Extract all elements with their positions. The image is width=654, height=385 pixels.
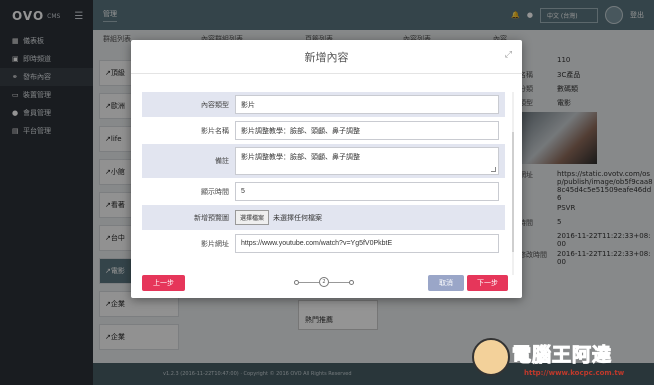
choose-file-button[interactable]: 選擇檔案 xyxy=(235,210,270,225)
video-name-field[interactable]: 影片調整教學：臉部、頭顱、鼻子調整 xyxy=(235,121,499,140)
form-row: 備註 影片調整教學：臉部、頭顱、鼻子調整 xyxy=(142,144,505,179)
prev-step-button[interactable]: 上一步 xyxy=(142,275,185,291)
step-line xyxy=(299,282,319,283)
mascot-icon xyxy=(472,338,510,376)
content-form: 內容類型 影片 影片名稱 影片調整教學：臉部、頭顱、鼻子調整 備註 影片調整教學… xyxy=(142,92,505,257)
field-label: 新增預覽圖 xyxy=(194,213,229,222)
add-content-modal: 新增內容 ⤢ 內容類型 影片 影片名稱 影片調整教學：臉部、頭顱、鼻子調整 備註… xyxy=(131,40,522,298)
form-row: 新增預覽圖 選擇檔案 未選擇任何檔案 xyxy=(142,205,505,231)
form-row: 影片網址 https://www.youtube.com/watch?v=Yg5… xyxy=(142,231,505,257)
notes-textarea[interactable]: 影片調整教學：臉部、頭顱、鼻子調整 xyxy=(235,147,499,175)
file-status: 未選擇任何檔案 xyxy=(273,213,323,222)
form-row: 顯示時間 5 xyxy=(142,179,505,205)
watermark-title: 電腦王阿達 xyxy=(511,344,613,367)
expand-icon[interactable]: ⤢ xyxy=(505,50,512,60)
display-time-field[interactable]: 5 xyxy=(235,182,499,201)
video-url-field[interactable]: https://www.youtube.com/watch?v=Yg5fV0Pk… xyxy=(235,234,499,253)
next-step-button[interactable]: 下一步 xyxy=(467,275,508,291)
field-label: 顯示時間 xyxy=(201,187,229,196)
modal-scrollbar[interactable] xyxy=(512,92,514,275)
field-label: 影片名稱 xyxy=(201,126,229,135)
form-row: 內容類型 影片 xyxy=(142,92,505,118)
watermark: 電腦王阿達 http://www.kocpc.com.tw xyxy=(472,338,648,382)
step-line xyxy=(329,282,349,283)
form-row: 影片名稱 影片調整教學：臉部、頭顱、鼻子調整 xyxy=(142,118,505,144)
step-dot xyxy=(294,280,299,285)
watermark-url: http://www.kocpc.com.tw xyxy=(524,369,625,377)
step-dot xyxy=(349,280,354,285)
field-label: 內容類型 xyxy=(201,100,229,109)
current-step: 2 xyxy=(319,277,329,287)
modal-footer: 上一步 2 取消 下一步 xyxy=(131,275,522,295)
field-label: 影片網址 xyxy=(201,239,229,248)
content-type-field[interactable]: 影片 xyxy=(235,95,499,114)
step-indicator: 2 xyxy=(294,277,354,288)
scroll-thumb[interactable] xyxy=(512,132,514,252)
cancel-button[interactable]: 取消 xyxy=(428,275,464,291)
modal-title: 新增內容 xyxy=(131,40,522,74)
preview-image-upload: 選擇檔案 未選擇任何檔案 xyxy=(235,208,499,227)
field-label: 備註 xyxy=(215,157,229,165)
